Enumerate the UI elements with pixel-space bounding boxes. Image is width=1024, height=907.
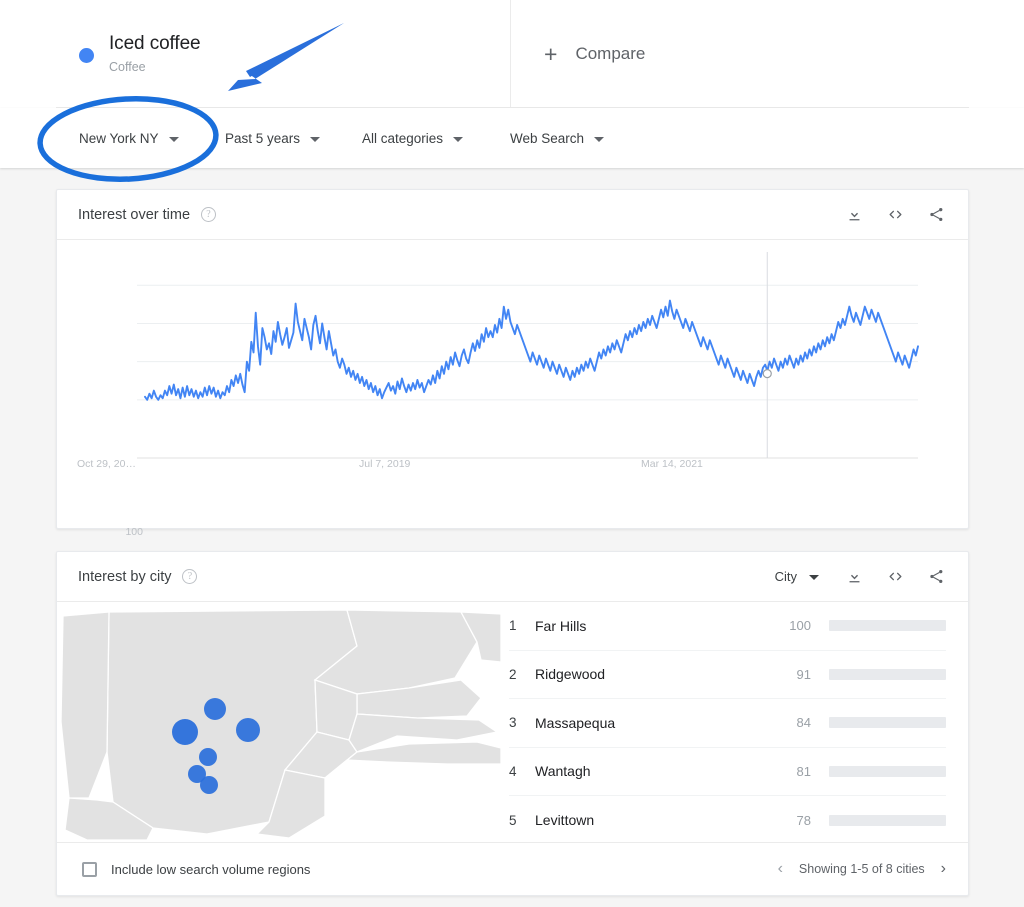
x-axis-tick: Oct 29, 20… [77, 458, 136, 470]
interest-by-city-body: 1 Far Hills 100 2 Ridgewood 91 3 Massape… [57, 602, 968, 842]
city-bar [829, 717, 946, 728]
filter-location-label: New York NY [79, 131, 159, 146]
city-bar [829, 815, 946, 826]
city-map[interactable] [57, 602, 501, 842]
top-section: Iced coffee Coffee + Compare New York NY… [0, 0, 1024, 168]
checkbox-icon[interactable] [82, 862, 97, 877]
list-item[interactable]: 4 Wantagh 81 [509, 748, 946, 797]
interest-over-time-card: Interest over time ? 100 75 50 25 Oct 29… [56, 189, 969, 529]
chevron-right-icon[interactable]: › [941, 861, 946, 877]
share-icon[interactable] [927, 567, 946, 586]
search-term-title: Iced coffee [109, 32, 201, 56]
low-volume-label: Include low search volume regions [111, 862, 310, 877]
city-name: Massapequa [535, 715, 767, 731]
list-item[interactable]: 2 Ridgewood 91 [509, 651, 946, 700]
chevron-down-icon [453, 137, 463, 142]
city-value: 81 [767, 764, 811, 779]
filter-time-range-label: Past 5 years [225, 131, 300, 146]
city-name: Wantagh [535, 763, 767, 779]
page-title: Interest over time [78, 207, 190, 223]
city-rank: 4 [509, 764, 535, 779]
help-icon[interactable]: ? [201, 207, 216, 222]
search-term-card[interactable]: Iced coffee Coffee [56, 0, 511, 108]
pagination-status: Showing 1-5 of 8 cities [799, 862, 925, 876]
interest-by-city-header: Interest by city ? City [57, 552, 968, 602]
city-scope-label: City [775, 569, 797, 584]
chevron-down-icon [809, 575, 819, 580]
city-name: Ridgewood [535, 666, 767, 682]
download-icon[interactable] [845, 567, 864, 586]
city-bar [829, 669, 946, 680]
filter-time-range[interactable]: Past 5 years [225, 131, 320, 146]
city-rank: 5 [509, 813, 535, 828]
share-icon[interactable] [927, 205, 946, 224]
filter-category[interactable]: All categories [362, 131, 463, 146]
interest-by-city-card: Interest by city ? City [56, 551, 969, 896]
filter-search-type[interactable]: Web Search [510, 131, 604, 146]
city-value: 91 [767, 667, 811, 682]
map-svg [57, 602, 501, 842]
embed-icon[interactable] [886, 567, 905, 586]
chevron-down-icon [169, 137, 179, 142]
city-bar [829, 620, 946, 631]
interest-by-city-footer: Include low search volume regions ‹ Show… [57, 842, 968, 895]
city-value: 84 [767, 715, 811, 730]
interest-over-time-chart[interactable]: 100 75 50 25 Oct 29, 20… Jul 7, 2019 Mar… [57, 240, 968, 528]
plus-icon: + [544, 43, 557, 66]
city-name: Far Hills [535, 618, 767, 634]
compare-button[interactable]: + Compare [511, 0, 969, 108]
list-item[interactable]: 5 Levittown 78 [509, 796, 946, 845]
low-volume-toggle[interactable]: Include low search volume regions [82, 862, 310, 877]
chevron-left-icon[interactable]: ‹ [778, 861, 783, 877]
filter-bar: New York NY Past 5 years All categories … [0, 108, 1024, 168]
line-chart-svg [57, 240, 968, 528]
section-title: Interest by city [78, 569, 171, 585]
download-icon[interactable] [845, 205, 864, 224]
city-value: 78 [767, 813, 811, 828]
chevron-down-icon [310, 137, 320, 142]
filter-category-label: All categories [362, 131, 443, 146]
chevron-down-icon [594, 137, 604, 142]
embed-icon[interactable] [886, 205, 905, 224]
x-axis-tick: Jul 7, 2019 [359, 458, 410, 470]
city-rank: 3 [509, 715, 535, 730]
list-item[interactable]: 3 Massapequa 84 [509, 699, 946, 748]
help-icon[interactable]: ? [182, 569, 197, 584]
list-item[interactable]: 1 Far Hills 100 [509, 602, 946, 651]
filter-search-type-label: Web Search [510, 131, 584, 146]
compare-label: Compare [575, 44, 645, 64]
x-axis-tick: Mar 14, 2021 [641, 458, 703, 470]
city-rank: 2 [509, 667, 535, 682]
filter-location[interactable]: New York NY [79, 131, 179, 146]
search-terms-bar: Iced coffee Coffee + Compare [56, 0, 969, 108]
city-value: 100 [767, 618, 811, 633]
city-rank: 1 [509, 618, 535, 633]
city-ranking-list: 1 Far Hills 100 2 Ridgewood 91 3 Massape… [501, 602, 968, 842]
pagination: ‹ Showing 1-5 of 8 cities › [778, 861, 946, 877]
city-bar [829, 766, 946, 777]
city-scope-selector[interactable]: City [775, 569, 819, 584]
search-term-subtitle: Coffee [109, 58, 201, 76]
term-color-dot [79, 48, 94, 63]
interest-over-time-header: Interest over time ? [57, 190, 968, 240]
city-name: Levittown [535, 812, 767, 828]
annotation-marker [763, 370, 771, 378]
